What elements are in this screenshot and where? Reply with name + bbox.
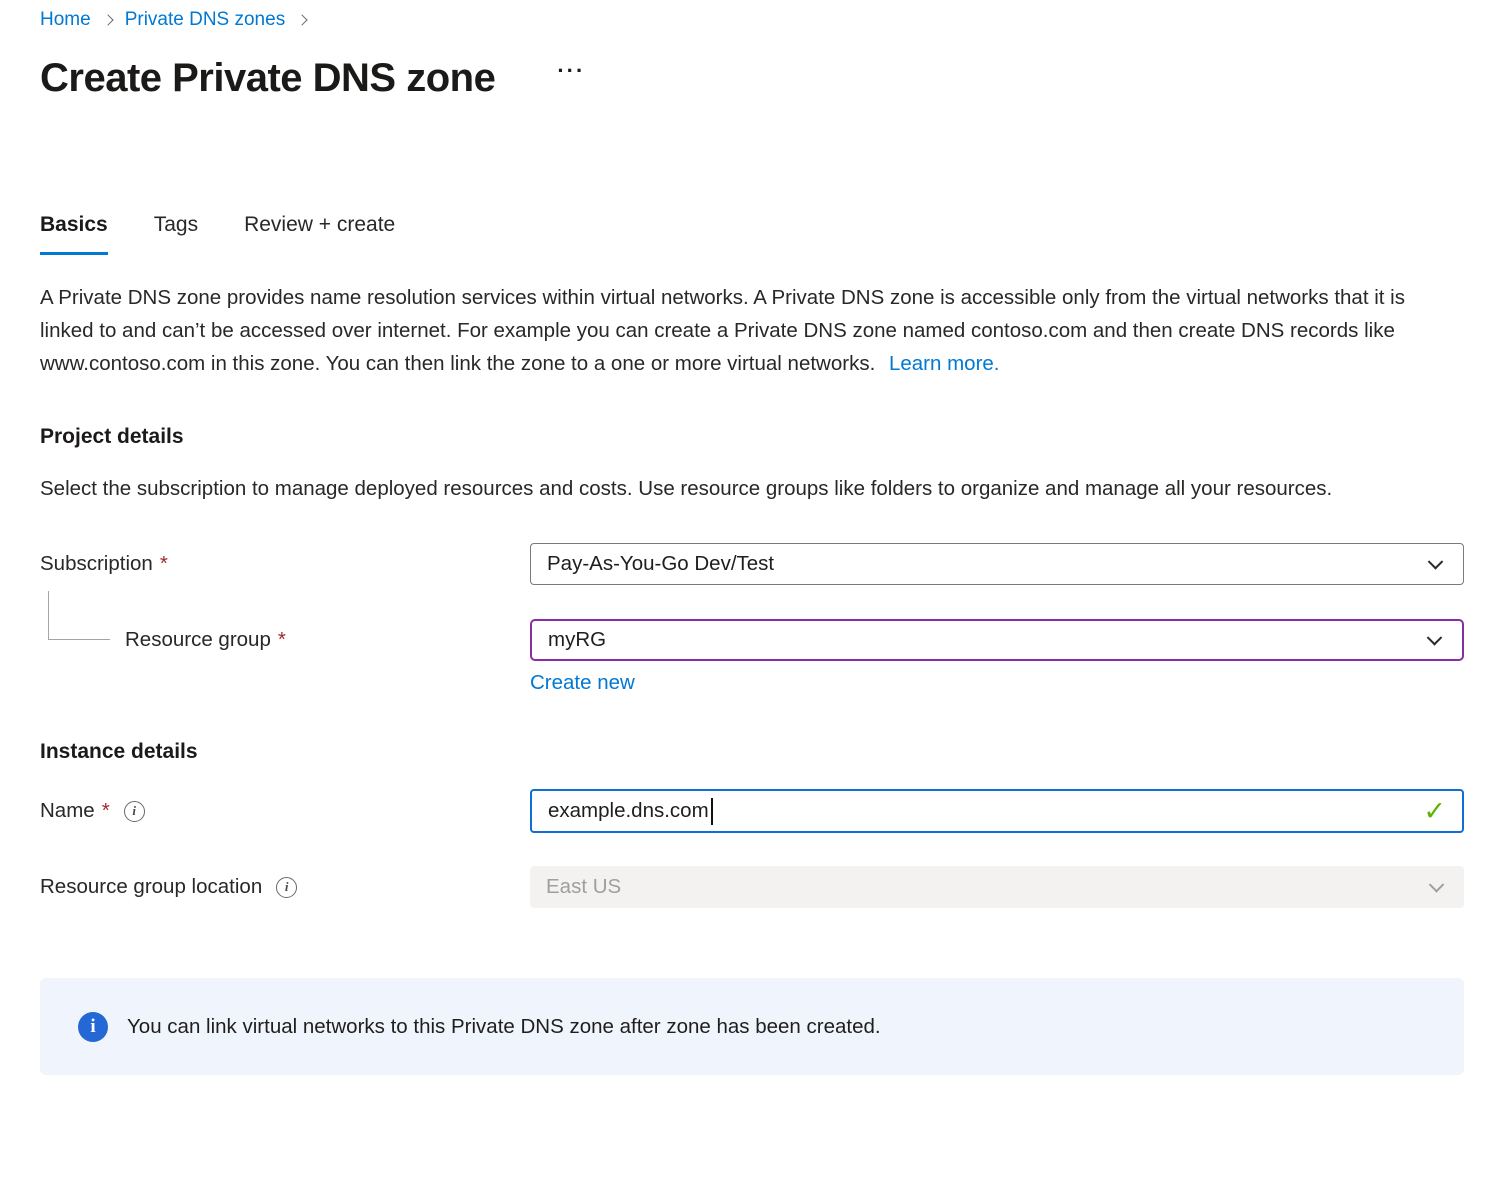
tab-bar: Basics Tags Review + create [40, 213, 1464, 255]
project-details-heading: Project details [40, 425, 1464, 449]
intro-paragraph: A Private DNS zone provides name resolut… [40, 281, 1464, 380]
chevron-down-icon [1427, 630, 1443, 646]
chevron-down-icon [1428, 554, 1444, 570]
create-new-link[interactable]: Create new [530, 671, 635, 694]
name-label-text: Name [40, 799, 95, 823]
more-options-button[interactable]: ··· [557, 58, 585, 84]
breadcrumb-link-home[interactable]: Home [40, 9, 91, 31]
resource-group-value: myRG [548, 628, 606, 652]
info-banner-text: You can link virtual networks to this Pr… [127, 1015, 881, 1039]
name-label: Name * i [40, 799, 530, 823]
instance-details-heading: Instance details [40, 740, 1464, 764]
page-title: Create Private DNS zone [40, 56, 495, 101]
name-input[interactable]: example.dns.com ✓ [530, 789, 1464, 833]
resource-group-location-label-text: Resource group location [40, 875, 262, 899]
valid-check-icon: ✓ [1423, 796, 1446, 827]
resource-group-location-value: East US [546, 875, 621, 899]
chevron-right-icon [297, 14, 308, 25]
breadcrumb: Home Private DNS zones [40, 6, 1464, 34]
subscription-row: Subscription * Pay-As-You-Go Dev/Test [40, 543, 1464, 585]
info-banner: i You can link virtual networks to this … [40, 978, 1464, 1075]
name-value: example.dns.com [548, 799, 709, 823]
name-row: Name * i example.dns.com ✓ [40, 789, 1464, 833]
resource-group-label-text: Resource group [125, 628, 271, 652]
tab-basics[interactable]: Basics [40, 213, 108, 255]
resource-group-location-select: East US [530, 866, 1464, 908]
subscription-label-text: Subscription [40, 552, 153, 576]
learn-more-link[interactable]: Learn more. [889, 352, 1000, 375]
text-cursor [711, 798, 713, 825]
resource-group-select[interactable]: myRG [530, 619, 1464, 661]
subscription-select[interactable]: Pay-As-You-Go Dev/Test [530, 543, 1464, 585]
instance-details-form: Name * i example.dns.com ✓ Resource grou… [40, 789, 1464, 908]
chevron-down-icon [1429, 877, 1445, 893]
tab-tags[interactable]: Tags [154, 213, 198, 255]
project-details-form: Subscription * Pay-As-You-Go Dev/Test Re… [40, 543, 1464, 695]
indent-connector-line [48, 591, 110, 640]
resource-group-location-row: Resource group location i East US [40, 866, 1464, 908]
info-banner-icon: i [78, 1012, 108, 1042]
required-asterisk: * [160, 552, 168, 576]
tab-review-create[interactable]: Review + create [244, 213, 395, 255]
info-icon[interactable]: i [124, 801, 145, 822]
breadcrumb-link-private-dns-zones[interactable]: Private DNS zones [125, 9, 286, 31]
chevron-right-icon [102, 14, 113, 25]
resource-group-location-label: Resource group location i [40, 875, 530, 899]
project-details-description: Select the subscription to manage deploy… [40, 472, 1464, 505]
required-asterisk: * [102, 799, 110, 823]
intro-text: A Private DNS zone provides name resolut… [40, 286, 1405, 375]
resource-group-row: Resource group * myRG [40, 619, 1464, 661]
subscription-label: Subscription * [40, 552, 530, 576]
required-asterisk: * [278, 628, 286, 652]
resource-group-label: Resource group * [40, 628, 530, 652]
subscription-value: Pay-As-You-Go Dev/Test [547, 552, 774, 576]
title-row: Create Private DNS zone ··· [40, 56, 1464, 101]
info-icon[interactable]: i [276, 877, 297, 898]
